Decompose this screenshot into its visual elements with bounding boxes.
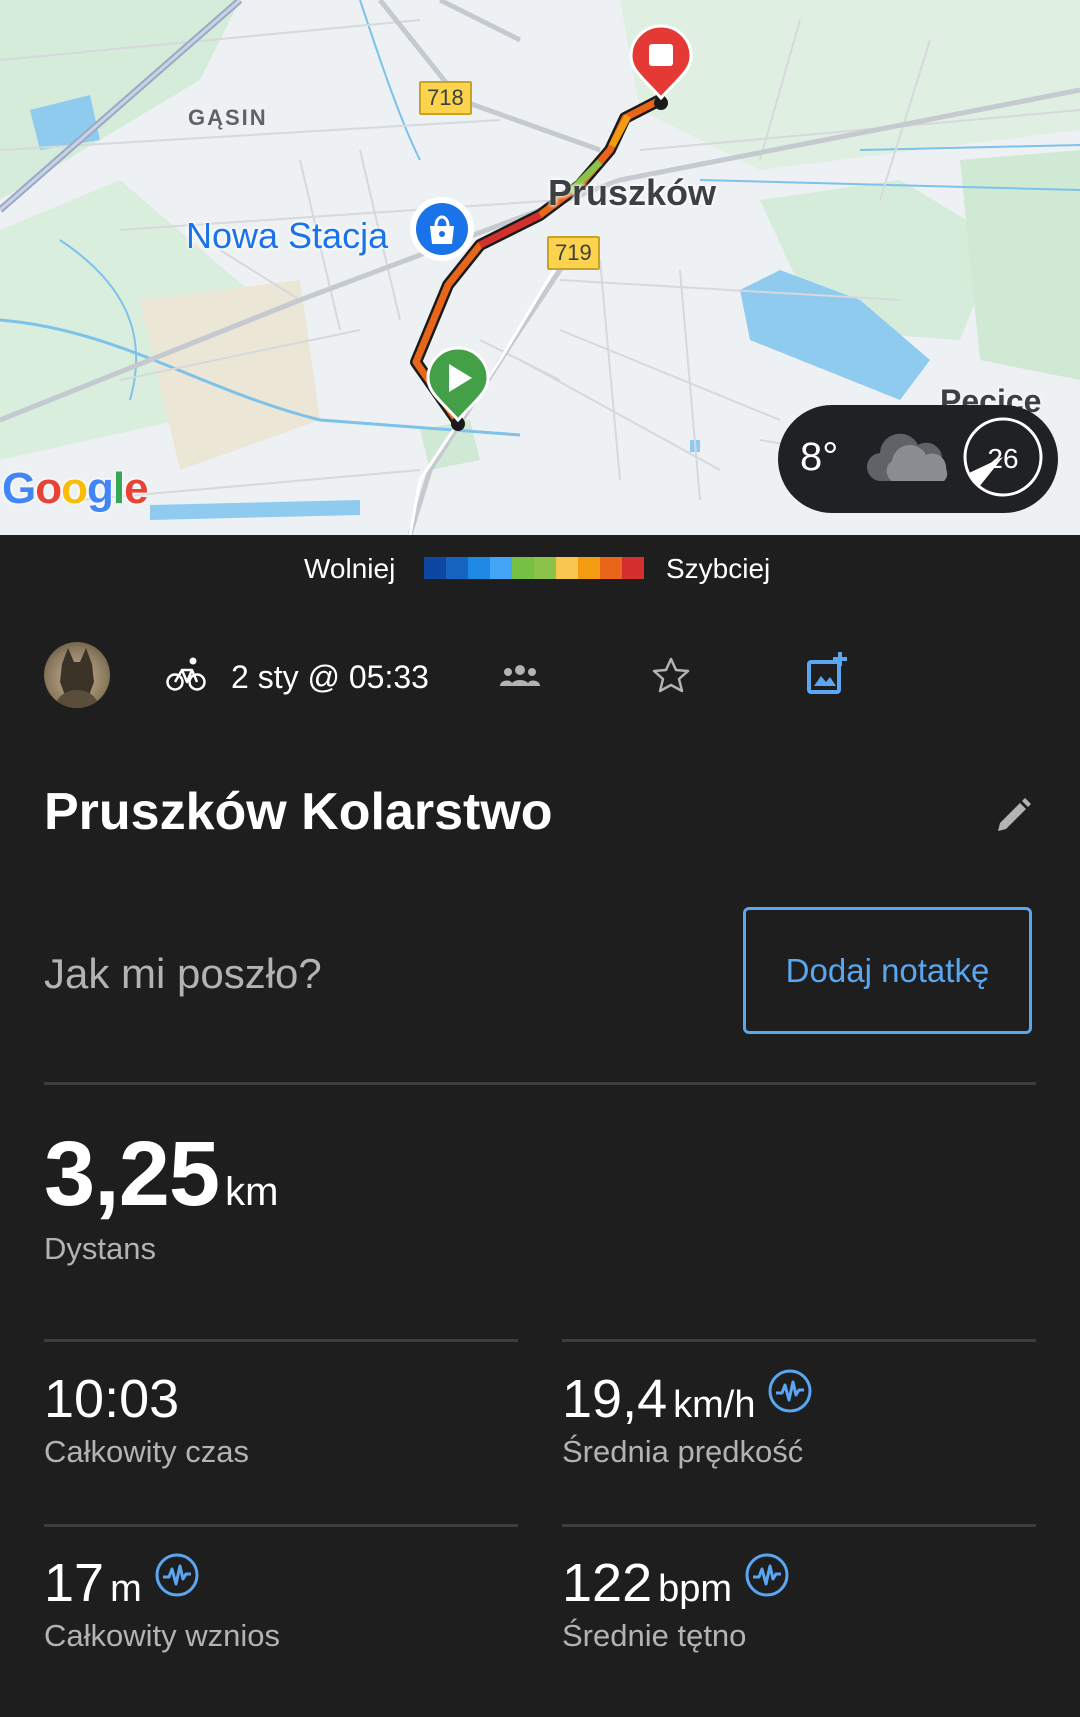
road-shield-719: 719 [547, 236, 600, 270]
legend-slow-label: Wolniej [304, 553, 396, 584]
note-prompt: Jak mi poszło? [44, 950, 322, 997]
legend-fast-label: Szybciej [666, 553, 771, 584]
avg-speed-value: 19,4 [562, 1369, 668, 1429]
avg-hr-label: Średnie tętno [562, 1618, 747, 1653]
stat-elevation: 17 m Całkowity wznios [44, 1552, 280, 1654]
legend-color-swatch [468, 557, 490, 579]
road-shield-718: 718 [419, 81, 472, 115]
performance-icon[interactable] [767, 1368, 813, 1414]
wind-value: 26 [987, 443, 1019, 474]
distance-label: Dystans [44, 1231, 156, 1266]
legend-color-swatch [490, 557, 512, 579]
avg-speed-unit: km/h [673, 1384, 756, 1426]
speed-legend: Wolniej Szybciej [0, 545, 1080, 591]
legend-color-swatch [424, 557, 446, 579]
legend-color-swatch [446, 557, 468, 579]
start-pin-icon[interactable] [426, 346, 490, 431]
stat-total-time: 10:03 Całkowity czas [44, 1368, 249, 1470]
legend-color-swatch [556, 557, 578, 579]
total-time-value: 10:03 [44, 1369, 180, 1429]
divider [44, 1524, 518, 1527]
avg-hr-value: 122 [562, 1553, 653, 1613]
divider [562, 1339, 1036, 1342]
elevation-value: 17 [44, 1553, 105, 1613]
legend-color-swatch [622, 557, 644, 579]
activity-title: Pruszków Kolarstwo [44, 783, 553, 841]
cloud-icon [866, 433, 948, 482]
stat-avg-speed: 19,4 km/h Średnia prędkość [562, 1368, 813, 1470]
activity-date: 2 sty @ 05:33 [231, 659, 429, 695]
avg-speed-label: Średnia prędkość [562, 1434, 804, 1469]
legend-color-swatch [534, 557, 556, 579]
shopping-pin-icon[interactable] [410, 197, 474, 261]
divider [44, 1339, 518, 1342]
legend-color-swatch [512, 557, 534, 579]
temperature: 8° [800, 435, 839, 479]
weather-widget[interactable]: 8° 26 [778, 405, 1058, 513]
group-icon[interactable] [500, 664, 540, 688]
legend-color-swatch [600, 557, 622, 579]
total-time-label: Całkowity czas [44, 1434, 249, 1469]
avg-hr-unit: bpm [658, 1568, 733, 1610]
elevation-label: Całkowity wznios [44, 1618, 281, 1653]
distance-unit: km [225, 1170, 279, 1214]
poi-label[interactable]: Nowa Stacja [186, 215, 388, 257]
google-logo: Google [2, 464, 149, 513]
avatar[interactable] [44, 642, 110, 708]
elevation-unit: m [110, 1568, 142, 1610]
district-label: GĄSIN [188, 105, 268, 130]
add-photo-icon[interactable] [806, 652, 848, 694]
divider [44, 1082, 1036, 1085]
performance-icon[interactable] [744, 1552, 790, 1598]
city-label: Pruszków [548, 172, 717, 213]
legend-color-bar [424, 557, 644, 579]
legend-color-swatch [578, 557, 600, 579]
edit-pencil-icon[interactable] [994, 797, 1032, 835]
avatar-image [54, 648, 100, 708]
route-map[interactable]: GĄSIN 718 719 Pruszków Nowa Stacja Pęcic… [0, 0, 1080, 535]
bike-icon [166, 657, 206, 691]
stat-distance: 3,25 km Dystans [44, 1122, 278, 1267]
stat-avg-hr: 122 bpm Średnie tętno [562, 1552, 790, 1654]
distance-value: 3,25 [44, 1123, 220, 1225]
divider [562, 1524, 1036, 1527]
add-note-button[interactable]: Dodaj notatkę [743, 907, 1032, 1034]
star-icon[interactable] [652, 657, 690, 693]
performance-icon[interactable] [154, 1552, 200, 1598]
